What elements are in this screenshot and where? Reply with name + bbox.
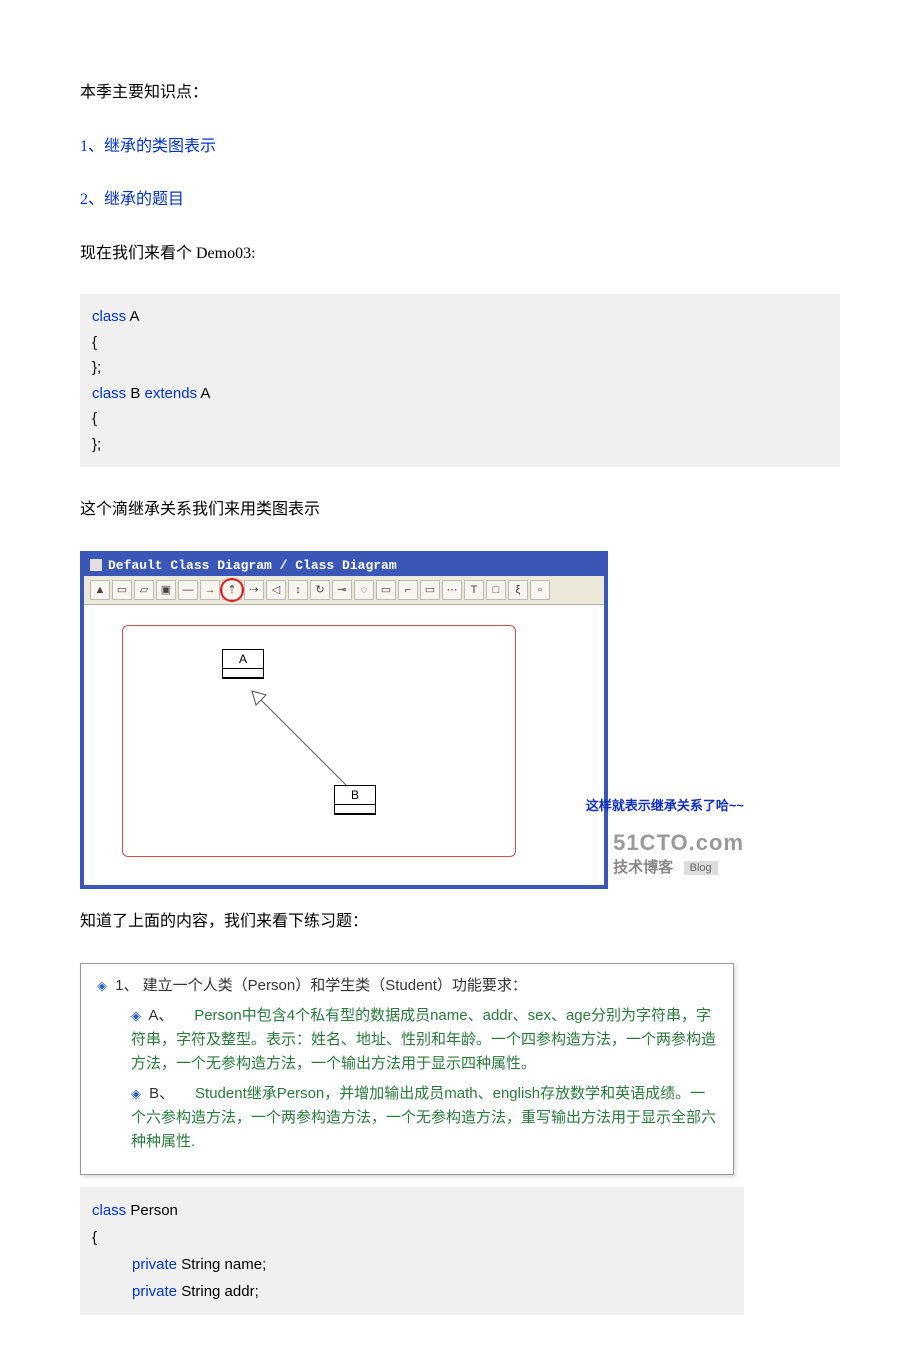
kw-class: class [92, 1202, 126, 1219]
tool-refresh-icon[interactable]: ↻ [310, 580, 330, 600]
kw-class: class [92, 385, 126, 402]
tool-align-icon[interactable]: ⌐ [398, 580, 418, 600]
tool-lolli-icon[interactable]: ⊸ [332, 580, 352, 600]
kw-class: class [92, 308, 126, 325]
watermark-chip: Blog [684, 861, 718, 875]
class-diagram-editor: Default Class Diagram / Class Diagram ▲ … [80, 551, 608, 889]
tool-drop-icon[interactable]: ◌ [354, 580, 374, 600]
bullet-diamond-icon: ◈ [97, 976, 107, 997]
demo-intro-line: 现在我们来看个 Demo03: [80, 241, 840, 267]
diagram-title-text: Default Class Diagram / Class Diagram [108, 558, 397, 573]
tool-sq-icon[interactable]: □ [486, 580, 506, 600]
exercise-item-a: ◈ A、 Person中包含4个私有型的数据成员name、addr、sex、ag… [131, 1004, 717, 1076]
exercise-main-text: 1、 建立一个人类（Person）和学生类（Student）功能要求： [115, 977, 527, 994]
diagram-intro-line: 这个滴继承关系我们来用类图表示 [80, 497, 840, 523]
code-text: String addr; [177, 1283, 259, 1300]
diagram-toolbar: ▲ ▭ ▱ ▣ — → ⇡ ⇢ ◁ ↕ ↻ ⊸ ◌ ▭ ⌐ ▭ ⋯ T □ ξ … [84, 576, 604, 605]
tool-rect-icon[interactable]: ▭ [112, 580, 132, 600]
diagram-annotation: 这样就表示继承关系了哈~~ [586, 795, 744, 814]
watermark-sub: 技术博客 [613, 859, 673, 876]
tool-pointer-icon[interactable]: ▲ [90, 580, 110, 600]
exercise-item-b: ◈ B、 Student继承Person，并增加输出成员math、english… [131, 1082, 717, 1154]
exercise-b-lead: B、 [149, 1085, 174, 1102]
code-block-demo03: class A { }; class B extends A { }; [80, 294, 840, 467]
tool-note-icon[interactable]: ▱ [134, 580, 154, 600]
tool-realize-icon[interactable]: ◁ [266, 580, 286, 600]
outline-point-2: 2、继承的题目 [80, 187, 840, 213]
tool-folder-icon[interactable]: ▣ [156, 580, 176, 600]
tool-box-icon[interactable]: ▭ [376, 580, 396, 600]
code-block-person: class Person { private String name; priv… [80, 1187, 744, 1315]
exercise-intro-line: 知道了上面的内容，我们来看下练习题： [80, 909, 840, 935]
code-text: Person [126, 1202, 178, 1219]
class-box-a-label: A [223, 650, 263, 669]
code-text: A [126, 308, 139, 325]
code-text: { [92, 1224, 732, 1251]
code-text: B [126, 385, 144, 402]
tool-line-icon[interactable]: — [178, 580, 198, 600]
exercise-main: ◈ 1、 建立一个人类（Person）和学生类（Student）功能要求： [97, 974, 717, 998]
tool-depend-icon[interactable]: ⇢ [244, 580, 264, 600]
class-box-a[interactable]: A [222, 649, 264, 679]
code-text: }; [92, 432, 828, 458]
class-box-b[interactable]: B [334, 785, 376, 815]
tool-arrow-icon[interactable]: → [200, 580, 220, 600]
exercise-b-body: Student继承Person，并增加输出成员math、english存放数学和… [131, 1085, 716, 1150]
watermark: 51CTO.com 技术博客 Blog [613, 830, 744, 877]
kw-extends: extends [145, 385, 198, 402]
diagram-titlebar: Default Class Diagram / Class Diagram [84, 555, 604, 576]
tool-inherit-icon[interactable]: ⇡ [222, 580, 242, 600]
tool-assoc-icon[interactable]: ↕ [288, 580, 308, 600]
diagram-canvas[interactable]: A B 这样就表示继承关系了哈~~ 51CTO.com 技术博客 Blog [84, 605, 604, 885]
window-icon [90, 559, 102, 571]
tool-dot-icon[interactable]: ▫ [530, 580, 550, 600]
tool-text-icon[interactable]: T [464, 580, 484, 600]
exercise-a-body: Person中包含4个私有型的数据成员name、addr、sex、age分别为字… [131, 1007, 716, 1072]
class-box-b-label: B [335, 786, 375, 805]
bullet-diamond-icon: ◈ [131, 1084, 141, 1105]
kw-private: private [132, 1283, 177, 1300]
tool-xi-icon[interactable]: ξ [508, 580, 528, 600]
code-text: A [197, 385, 210, 402]
tool-more-icon[interactable]: ⋯ [442, 580, 462, 600]
watermark-site: 51CTO.com [613, 830, 744, 856]
kw-private: private [132, 1256, 177, 1273]
code-text: }; [92, 355, 828, 381]
bullet-diamond-icon: ◈ [131, 1006, 141, 1027]
outline-point-1: 1、继承的类图表示 [80, 134, 840, 160]
code-text: { [92, 406, 828, 432]
exercise-a-lead: A、 [148, 1007, 173, 1024]
code-text: String name; [177, 1256, 266, 1273]
section-heading: 本季主要知识点： [80, 80, 840, 106]
selection-rect [122, 625, 516, 857]
tool-comp-icon[interactable]: ▭ [420, 580, 440, 600]
exercise-box: ◈ 1、 建立一个人类（Person）和学生类（Student）功能要求： ◈ … [80, 963, 734, 1175]
code-text: { [92, 330, 828, 356]
